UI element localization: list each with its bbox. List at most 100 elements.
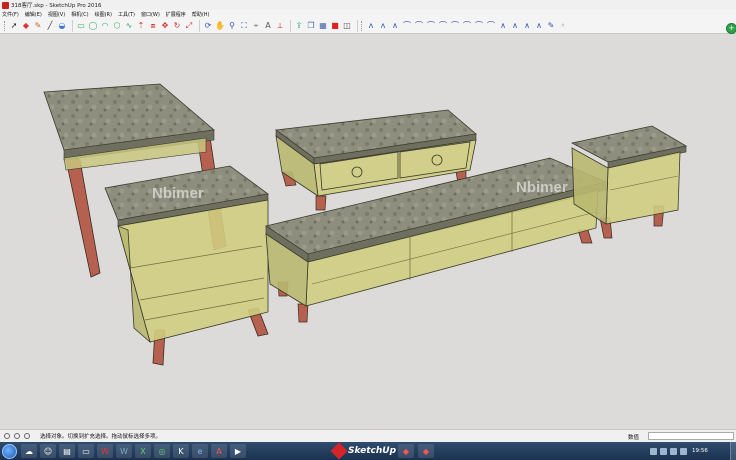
- menu-extensions[interactable]: 扩展程序: [166, 11, 186, 18]
- menu-window[interactable]: 窗口(W): [141, 11, 160, 18]
- rotate-icon[interactable]: ↻: [172, 21, 182, 31]
- sketchup-brand-text: SketchUp: [348, 446, 397, 456]
- curve-16-icon[interactable]: ✎: [546, 21, 556, 31]
- taskbar-folder-icon[interactable]: ▭: [78, 444, 94, 458]
- curve-3-icon[interactable]: ∧: [390, 21, 400, 31]
- material-icon[interactable]: ▦: [318, 21, 328, 31]
- pan-icon[interactable]: ✋: [215, 21, 225, 31]
- curve-13-icon[interactable]: ∧: [510, 21, 520, 31]
- curve-9-icon[interactable]: ⌒: [462, 21, 472, 31]
- eraser-icon[interactable]: ◆: [21, 21, 31, 31]
- tape-measure-icon[interactable]: ⌖: [251, 21, 261, 31]
- measurements-input[interactable]: [648, 432, 734, 440]
- polygon-icon[interactable]: ⬡: [112, 21, 122, 31]
- taskbar-explorer-icon[interactable]: ▤: [59, 444, 75, 458]
- curve-14-icon[interactable]: ∧: [522, 21, 532, 31]
- sketchup-logo-icon: [330, 442, 348, 460]
- zoom-icon[interactable]: ⚲: [227, 21, 237, 31]
- menu-file[interactable]: 文件(F): [2, 11, 19, 18]
- curve-1-icon[interactable]: ʌ: [366, 21, 376, 31]
- curve-17-icon[interactable]: ◦: [558, 21, 568, 31]
- main-toolbar: ➚ ◆ ✎ ╱ ◒ ▭ ◯ ◠ ⬡ ∿ ⇡ ⧈ ✥ ↻ ⤢ ⟳ ✋ ⚲ ⛶ ⌖ …: [0, 19, 736, 34]
- credits-icon[interactable]: [14, 433, 20, 439]
- status-bar: 选择对象。切换到扩充选择。拖动鼠标选择多项。 数值: [0, 429, 736, 442]
- select-arrow-icon[interactable]: ➚: [9, 21, 19, 31]
- tray-flag-icon[interactable]: [680, 447, 687, 455]
- curve-5-icon[interactable]: ⌒: [414, 21, 424, 31]
- scale-icon[interactable]: ⤢: [184, 21, 194, 31]
- curve-11-icon[interactable]: ⌒: [486, 21, 496, 31]
- move-icon[interactable]: ✥: [160, 21, 170, 31]
- freehand-icon[interactable]: ∿: [124, 21, 134, 31]
- taskbar-autocad-icon[interactable]: A: [211, 444, 227, 458]
- curve-8-icon[interactable]: ⌒: [450, 21, 460, 31]
- toolbar-grip-2[interactable]: [361, 21, 363, 31]
- taskbar-sketchup-1-icon[interactable]: ◆: [398, 444, 414, 458]
- curve-4-icon[interactable]: ⌒: [402, 21, 412, 31]
- axes-icon[interactable]: ⟂: [275, 21, 285, 31]
- export-icon[interactable]: ⇪: [294, 21, 304, 31]
- taskbar-browser-icon[interactable]: ◎: [154, 444, 170, 458]
- instructor-icon[interactable]: +: [726, 23, 736, 34]
- show-desktop-button[interactable]: [730, 442, 736, 460]
- help-icon[interactable]: [24, 433, 30, 439]
- geo-location-icon[interactable]: [4, 433, 10, 439]
- curve-6-icon[interactable]: ⌒: [426, 21, 436, 31]
- toolbar-group-curves: ʌ ʌ ∧ ⌒ ⌒ ⌒ ⌒ ⌒ ⌒ ⌒ ⌒ ∧ ∧ ∧ ∧ ✎ ◦: [366, 20, 573, 32]
- paint-bucket-icon[interactable]: ◒: [57, 21, 67, 31]
- offset-icon[interactable]: ⧈: [148, 21, 158, 31]
- orbit-icon[interactable]: ⟳: [203, 21, 213, 31]
- taskbar-ie-icon[interactable]: e: [192, 444, 208, 458]
- taskbar-media-icon[interactable]: ▶: [230, 444, 246, 458]
- camera-icon[interactable]: ◫: [342, 21, 352, 31]
- curve-12-icon[interactable]: ∧: [498, 21, 508, 31]
- clock[interactable]: 19:56: [692, 448, 708, 454]
- tray-input-icon[interactable]: [670, 447, 677, 455]
- menu-edit[interactable]: 编辑(E): [25, 11, 42, 18]
- model-scene: Nbimer Nbimer: [43, 83, 688, 366]
- tray-network-icon[interactable]: [650, 447, 657, 455]
- text-icon[interactable]: A: [263, 21, 273, 31]
- taskbar-network-icon[interactable]: ☁: [21, 444, 37, 458]
- taskbar-k-app-icon[interactable]: K: [173, 444, 189, 458]
- toolbar-grip[interactable]: [4, 21, 6, 31]
- menu-tools[interactable]: 工具(T): [118, 11, 135, 18]
- watermark-left: Nbimer: [152, 185, 204, 202]
- curve-15-icon[interactable]: ∧: [534, 21, 544, 31]
- menu-help[interactable]: 帮助(H): [192, 11, 210, 18]
- tall-table-leg-left: [64, 154, 101, 278]
- title-bar: 318客厅.skp - SketchUp Pro 2016: [0, 0, 736, 10]
- taskbar-sketchup-brand: SketchUp: [330, 442, 397, 460]
- taskbar-sketchup-2-icon[interactable]: ◆: [418, 444, 434, 458]
- curve-2-icon[interactable]: ʌ: [378, 21, 388, 31]
- circle-icon[interactable]: ◯: [88, 21, 98, 31]
- model-viewport[interactable]: Nbimer Nbimer: [0, 34, 736, 429]
- curve-7-icon[interactable]: ⌒: [438, 21, 448, 31]
- taskbar-qq-icon[interactable]: ☺: [40, 444, 56, 458]
- status-text: 选择对象。切换到扩充选择。拖动鼠标选择多项。: [40, 434, 162, 440]
- start-button[interactable]: [2, 443, 17, 459]
- system-tray: 19:56: [650, 442, 708, 460]
- toolbar-group-draw: ▭ ◯ ◠ ⬡ ∿ ⇡ ⧈ ✥ ↻ ⤢: [76, 20, 200, 32]
- taskbar-excel-icon[interactable]: X: [135, 444, 151, 458]
- component-icon[interactable]: ❒: [306, 21, 316, 31]
- toolbar-group-extra: ⇪ ❒ ▦ ■ ◫: [294, 20, 358, 32]
- menu-draw[interactable]: 绘图(R): [95, 11, 112, 18]
- watermark-right: Nbimer: [516, 179, 568, 196]
- arc-icon[interactable]: ◠: [100, 21, 110, 31]
- tray-volume-icon[interactable]: [660, 447, 667, 455]
- menu-camera[interactable]: 相机(C): [71, 11, 88, 18]
- taskbar-wps-icon[interactable]: W: [97, 444, 113, 458]
- taskbar: ☁ ☺ ▤ ▭ W W X ◎ K e A ▶ SketchUp ◆ ◆ 19:…: [0, 442, 736, 460]
- window-title: 318客厅.skp - SketchUp Pro 2016: [11, 3, 102, 9]
- rectangle-icon[interactable]: ▭: [76, 21, 86, 31]
- stop-icon[interactable]: ■: [330, 21, 340, 31]
- zoom-extents-icon[interactable]: ⛶: [239, 21, 249, 31]
- pencil-icon[interactable]: ✎: [33, 21, 43, 31]
- push-pull-icon[interactable]: ⇡: [136, 21, 146, 31]
- line-icon[interactable]: ╱: [45, 21, 55, 31]
- taskbar-word-icon[interactable]: W: [116, 444, 132, 458]
- menu-bar: 文件(F) 编辑(E) 视图(V) 相机(C) 绘图(R) 工具(T) 窗口(W…: [0, 10, 736, 19]
- menu-view[interactable]: 视图(V): [48, 11, 65, 18]
- curve-10-icon[interactable]: ⌒: [474, 21, 484, 31]
